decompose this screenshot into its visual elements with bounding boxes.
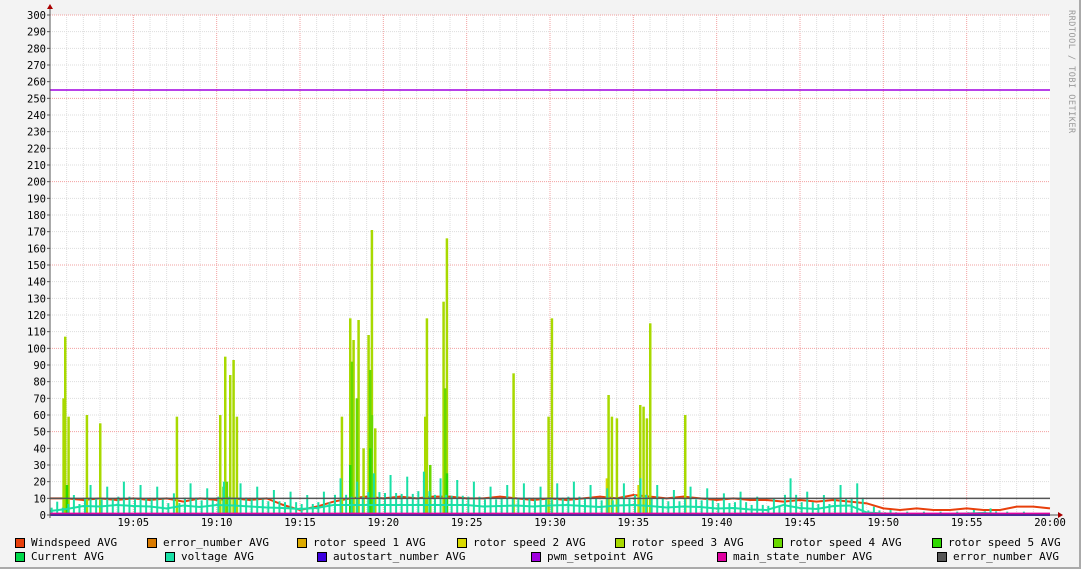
y-tick-label: 30 [33, 460, 46, 472]
y-tick-label: 180 [27, 210, 46, 222]
legend-swatch [297, 537, 307, 548]
legend-label: error_number AVG [953, 550, 1059, 563]
y-tick-label: 110 [27, 327, 46, 339]
legend-swatch [317, 551, 327, 562]
legend-label: voltage AVG [181, 550, 254, 563]
legend-swatch [773, 537, 783, 548]
y-tick-label: 70 [33, 393, 46, 405]
x-tick-label: 19:40 [701, 517, 733, 529]
y-tick-label: 270 [27, 60, 46, 72]
legend-swatch [15, 537, 25, 548]
series-spike-4 [85, 415, 89, 515]
series-spike-4 [512, 373, 515, 515]
y-tick-label: 230 [27, 127, 46, 139]
legend-swatch [717, 551, 727, 562]
series-spike-4 [649, 323, 652, 515]
legend-label: rotor speed 4 AVG [789, 536, 902, 549]
legend-swatch [932, 537, 942, 548]
y-tick-label: 50 [33, 427, 46, 439]
x-tick-label: 19:30 [534, 517, 566, 529]
y-tick-label: 80 [33, 377, 46, 389]
x-tick-label: 19:45 [784, 517, 816, 529]
y-tick-label: 220 [27, 143, 46, 155]
legend-swatch [937, 551, 947, 562]
y-tick-label: 90 [33, 360, 46, 372]
legend-item: rotor speed 4 AVG [773, 536, 902, 549]
legend-item: voltage AVG [165, 550, 254, 563]
series-spike-4 [547, 416, 550, 515]
legend-label: main_state_number AVG [733, 550, 873, 563]
legend-swatch [147, 537, 157, 548]
x-tick-label: 19:25 [451, 517, 483, 529]
series-spike-4 [175, 416, 179, 515]
x-tick-label: 19:05 [118, 517, 150, 529]
legend-label: error_number AVG [163, 536, 269, 549]
legend-label: rotor speed 5 AVG [948, 536, 1061, 549]
series-spike-4 [235, 416, 239, 515]
x-tick-label: 19:15 [284, 517, 316, 529]
y-tick-label: 210 [27, 160, 46, 172]
legend-item: main_state_number AVG [717, 550, 872, 563]
legend-item: Current AVG [15, 550, 104, 563]
x-tick-label: 19:35 [618, 517, 650, 529]
y-tick-label: 280 [27, 43, 46, 55]
y-tick-label: 290 [27, 27, 46, 39]
y-tick-label: 0 [40, 510, 46, 522]
chart-svg: 0 10 20 30 40 50 60 70 80 90 100 110 120 130 140 150 160… [27, 4, 1066, 529]
legend-label: Windspeed AVG [31, 536, 118, 549]
y-tick-label: 190 [27, 193, 46, 205]
legend-swatch [457, 537, 467, 548]
y-tick-label: 200 [27, 177, 46, 189]
y-tick-label: 100 [27, 343, 46, 355]
legend-label: Current AVG [31, 550, 104, 563]
legend-label: rotor speed 1 AVG [313, 536, 426, 549]
legend-label: autostart_number AVG [333, 550, 466, 563]
y-tick-label: 20 [33, 477, 46, 489]
y-tick-label: 60 [33, 410, 46, 422]
legend-item: autostart_number AVG [317, 550, 465, 563]
legend-item: error_number AVG [937, 550, 1059, 563]
x-tick-label: 19:50 [868, 517, 900, 529]
legend-item: rotor speed 1 AVG [297, 536, 426, 549]
x-tick-label: 19:10 [201, 517, 233, 529]
series-spike-4 [610, 416, 614, 515]
y-tick-label: 250 [27, 93, 46, 105]
y-tick-label: 140 [27, 277, 46, 289]
legend-label: rotor speed 3 AVG [631, 536, 744, 549]
series-spike-4 [229, 375, 232, 515]
y-tick-label: 160 [27, 243, 46, 255]
y-tick-label: 10 [33, 493, 46, 505]
rrd-graph: 0 10 20 30 40 50 60 70 80 90 100 110 120 130 140 150 160… [0, 0, 1081, 569]
legend-item: pwm_setpoint AVG [531, 550, 653, 563]
legend-item: rotor speed 3 AVG [615, 536, 744, 549]
legend-item: rotor speed 2 AVG [457, 536, 586, 549]
legend-item: error_number AVG [147, 536, 269, 549]
x-tick-label: 19:20 [368, 517, 400, 529]
legend-swatch [531, 551, 541, 562]
legend-label: pwm_setpoint AVG [547, 550, 653, 563]
y-tick-label: 170 [27, 227, 46, 239]
legend-label: rotor speed 2 AVG [473, 536, 586, 549]
y-tick-label: 300 [27, 10, 46, 22]
legend-item: Windspeed AVG [15, 536, 117, 549]
y-axis-arrow-icon [47, 4, 53, 9]
y-tick-label: 240 [27, 110, 46, 122]
series-spike-4 [219, 415, 222, 515]
legend-item: rotor speed 5 AVG [932, 536, 1061, 549]
y-tick-label: 260 [27, 77, 46, 89]
series-spike-4 [550, 318, 554, 515]
watermark: RRDTOOL / TOBI OETIKER [1066, 10, 1076, 134]
y-tick-label: 150 [27, 260, 46, 272]
legend-swatch [615, 537, 625, 548]
legend-swatch [15, 551, 25, 562]
series-spike-4 [232, 360, 235, 515]
legend-swatch [165, 551, 175, 562]
x-tick-label: 19:55 [951, 517, 983, 529]
series-spike-4 [425, 318, 429, 515]
y-tick-label: 130 [27, 293, 46, 305]
y-tick-label: 40 [33, 443, 46, 455]
x-tick-label: 20:00 [1034, 517, 1066, 529]
y-tick-label: 120 [27, 310, 46, 322]
